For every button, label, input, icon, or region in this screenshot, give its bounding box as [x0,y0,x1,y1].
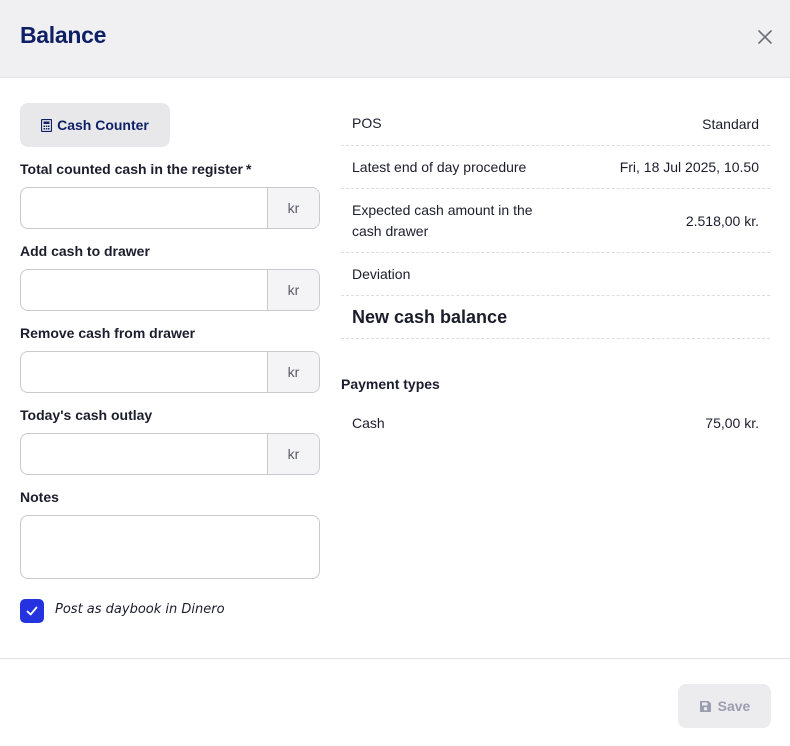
total-counted-cash-field: kr [20,187,320,229]
total-counted-cash-label: Total counted cash in the register * [20,161,252,177]
payment-type-amount: 75,00 kr. [705,415,759,431]
cash-counter-label: Cash Counter [57,117,149,133]
summary-row-deviation: Deviation [341,253,770,296]
remove-cash-field: kr [20,351,320,393]
add-cash-field: kr [20,269,320,311]
cash-outlay-input[interactable] [21,434,267,474]
payment-type-name: Cash [352,414,385,431]
save-label: Save [717,698,751,714]
new-balance-label: New cash balance [352,306,508,327]
payment-types-title: Payment types [341,376,440,392]
required-marker: * [246,161,252,177]
summary-value: Standard [702,115,759,132]
save-icon [699,700,711,712]
summary-key: POS [352,115,382,131]
total-counted-cash-input[interactable] [21,188,267,228]
close-icon [758,30,772,44]
summary-key: Expected cash amount in the cash drawer [352,201,533,239]
summary-value: 2.518,00 kr. [685,212,759,229]
summary-value: Fri, 18 Jul 2025, 10.50 [619,159,759,175]
currency-suffix: kr [267,270,319,310]
currency-suffix: kr [267,434,319,474]
add-cash-label: Add cash to drawer [20,243,150,259]
notes-textarea[interactable] [20,515,320,579]
footer-divider [0,658,790,659]
summary-key: Latest end of day procedure [352,158,527,175]
modal-header: Balance [0,0,790,78]
summary-row-expected-cash: Expected cash amount in the cash drawer … [341,189,770,253]
cash-outlay-label: Today's cash outlay [20,407,153,423]
remove-cash-label: Remove cash from drawer [20,325,196,341]
add-cash-input[interactable] [21,270,267,310]
summary-row-latest-eod: Latest end of day procedure Fri, 18 Jul … [341,146,770,189]
cash-counter-button[interactable]: Cash Counter [20,103,170,147]
calculator-icon [41,118,53,132]
payment-type-row: Cash 75,00 kr. [341,403,770,443]
summary-key: Deviation [352,265,411,282]
daybook-checkbox-label: Post as daybook in Dinero [55,602,225,617]
cash-outlay-field: kr [20,433,320,475]
summary-row-new-balance: New cash balance [341,296,770,339]
summary-row-pos: POS Standard [341,102,770,146]
save-button[interactable]: Save [678,684,771,728]
currency-suffix: kr [267,352,319,392]
daybook-checkbox[interactable] [20,599,44,623]
modal-title: Balance [20,22,107,48]
notes-label: Notes [20,489,59,505]
checkmark-icon [26,606,38,616]
remove-cash-input[interactable] [21,352,267,392]
close-button[interactable] [755,27,775,47]
currency-suffix: kr [267,188,319,228]
